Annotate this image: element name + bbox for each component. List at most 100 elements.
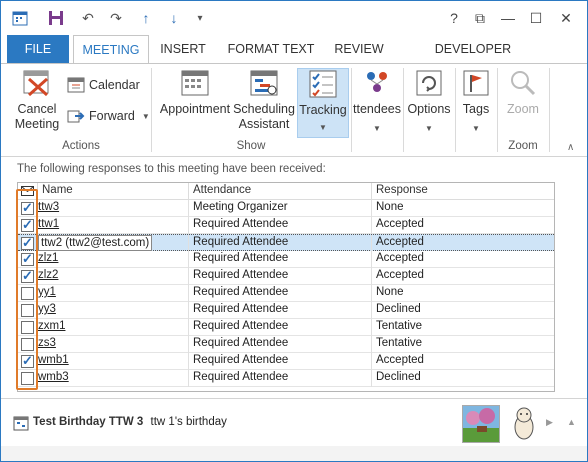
chevron-right-icon[interactable]: ▶ (546, 417, 553, 428)
divider (371, 285, 372, 302)
attendance-cell[interactable]: Required Attendee (193, 236, 288, 248)
table-row[interactable]: yy3 Required Attendee Declined (18, 302, 554, 319)
contact-photo[interactable] (462, 405, 500, 443)
calendar-button[interactable]: Calendar (67, 74, 140, 96)
collapse-ribbon-icon[interactable]: ∧ (567, 142, 574, 153)
response-cell[interactable]: Accepted (376, 269, 424, 281)
table-row[interactable]: ttw3 Meeting Organizer None (18, 200, 554, 217)
responses-info: The following responses to this meeting … (17, 163, 326, 175)
attendance-cell[interactable]: Required Attendee (193, 337, 288, 349)
attendance-cell[interactable]: Required Attendee (193, 371, 288, 383)
chevron-down-icon[interactable]: ▼ (142, 112, 150, 121)
response-cell[interactable]: Accepted (376, 236, 424, 248)
attendee-name[interactable]: yy3 (38, 303, 56, 315)
close-button[interactable]: ✕ (553, 7, 579, 29)
down-arrow-icon[interactable]: ↓ (165, 9, 183, 27)
response-checkbox[interactable] (21, 217, 34, 233)
cancel-meeting-button[interactable]: Cancel Meeting (11, 68, 63, 132)
tab-review[interactable]: REVIEW (327, 35, 391, 63)
redo-icon[interactable]: ↷ (107, 9, 125, 27)
avatar[interactable] (509, 405, 539, 443)
response-cell[interactable]: Accepted (376, 354, 424, 366)
attendee-name[interactable]: ttw1 (38, 218, 59, 230)
response-checkbox[interactable] (21, 321, 34, 334)
response-checkbox[interactable] (21, 338, 34, 351)
response-cell[interactable]: None (376, 201, 404, 213)
response-checkbox[interactable] (21, 251, 34, 267)
response-checkbox[interactable] (21, 287, 34, 300)
calendar-icon (67, 76, 85, 94)
response-checkbox[interactable] (21, 304, 34, 317)
response-cell[interactable]: Tentative (376, 320, 422, 332)
tab-meeting[interactable]: MEETING (73, 35, 149, 64)
divider (371, 200, 372, 217)
attendee-name[interactable]: ttw3 (38, 201, 59, 213)
help-button[interactable]: ? (441, 7, 467, 29)
attendee-name[interactable]: zlz1 (38, 252, 58, 264)
title-bar: ↶ ↷ ↑ ↓ ▾ ? ⧉ — ☐ ✕ (1, 1, 587, 35)
table-row[interactable]: yy1 Required Attendee None (18, 285, 554, 302)
tags-button[interactable]: Tags ▼ (457, 68, 495, 136)
attendee-name[interactable]: wmb1 (38, 354, 69, 366)
save-icon[interactable] (47, 9, 65, 27)
table-row[interactable]: ttw1 Required Attendee Accepted (18, 217, 554, 234)
up-arrow-icon[interactable]: ↑ (137, 9, 155, 27)
chevron-down-icon: ▼ (373, 124, 381, 133)
customize-icon[interactable]: ▾ (191, 9, 209, 27)
chevron-down-icon: ▼ (425, 124, 433, 133)
attendance-cell[interactable]: Required Attendee (193, 252, 288, 264)
column-header-response[interactable]: Response (376, 184, 428, 196)
attendee-name[interactable]: yy1 (38, 286, 56, 298)
response-cell[interactable]: Declined (376, 371, 421, 383)
attendee-name[interactable]: zlz2 (38, 269, 58, 281)
forward-button[interactable]: Forward ▼ (67, 105, 150, 127)
attendance-cell[interactable]: Required Attendee (193, 354, 288, 366)
response-cell[interactable]: Declined (376, 303, 421, 315)
table-row[interactable]: wmb1 Required Attendee Accepted (18, 353, 554, 370)
table-row[interactable]: wmb3 Required Attendee Declined (18, 370, 554, 387)
attendance-cell[interactable]: Required Attendee (193, 303, 288, 315)
table-row[interactable]: zlz1 Required Attendee Accepted (18, 251, 554, 268)
attendee-name[interactable]: zs3 (38, 337, 56, 349)
response-checkbox[interactable] (21, 268, 34, 284)
response-checkbox[interactable] (21, 353, 34, 369)
response-cell[interactable]: Accepted (376, 218, 424, 230)
table-row[interactable]: zlz2 Required Attendee Accepted (18, 268, 554, 285)
column-header-attendance[interactable]: Attendance (193, 184, 251, 196)
envelope-icon[interactable] (21, 185, 34, 197)
minimize-button[interactable]: — (495, 7, 521, 29)
attendance-cell[interactable]: Required Attendee (193, 320, 288, 332)
scheduling-assistant-button[interactable]: Scheduling Assistant (233, 68, 295, 132)
attendee-name[interactable]: zxm1 (38, 320, 65, 332)
zoom-button[interactable]: Zoom (501, 68, 545, 117)
chevron-up-icon[interactable]: ▲ (567, 417, 576, 427)
maximize-button[interactable]: ☐ (523, 7, 549, 29)
attendee-name[interactable]: wmb3 (38, 371, 69, 383)
table-row[interactable]: zs3 Required Attendee Tentative (18, 336, 554, 353)
undo-icon[interactable]: ↶ (79, 9, 97, 27)
response-cell[interactable]: Accepted (376, 252, 424, 264)
attendance-cell[interactable]: Required Attendee (193, 218, 288, 230)
tab-file[interactable]: FILE (7, 35, 69, 63)
response-cell[interactable]: None (376, 286, 404, 298)
response-checkbox[interactable] (21, 372, 34, 385)
appointment-button[interactable]: Appointment (157, 68, 233, 117)
attendance-cell[interactable]: Required Attendee (193, 286, 288, 298)
attendance-cell[interactable]: Required Attendee (193, 269, 288, 281)
response-checkbox[interactable] (21, 200, 34, 216)
ribbon-display-button[interactable]: ⧉ (467, 7, 493, 29)
tab-developer[interactable]: DEVELOPER (431, 35, 515, 63)
tracking-button[interactable]: Tracking ▼ (297, 68, 349, 138)
attendance-cell[interactable]: Meeting Organizer (193, 201, 288, 213)
table-row[interactable]: zxm1 Required Attendee Tentative (18, 319, 554, 336)
tab-format-text[interactable]: FORMAT TEXT (223, 35, 319, 63)
response-cell[interactable]: Tentative (376, 337, 422, 349)
options-button[interactable]: Options ▼ (405, 68, 453, 136)
column-header-name[interactable]: Name (42, 184, 73, 196)
response-checkbox[interactable] (21, 235, 34, 251)
divider (188, 217, 189, 234)
table-row[interactable]: ttw2 (ttw2@test.com) Required Attendee Acc… (18, 234, 554, 252)
attendees-button[interactable]: ttendees ▼ (353, 68, 401, 136)
tab-insert[interactable]: INSERT (153, 35, 213, 63)
attendee-name-edit[interactable]: ttw2 (ttw2@test.com) (38, 235, 153, 251)
